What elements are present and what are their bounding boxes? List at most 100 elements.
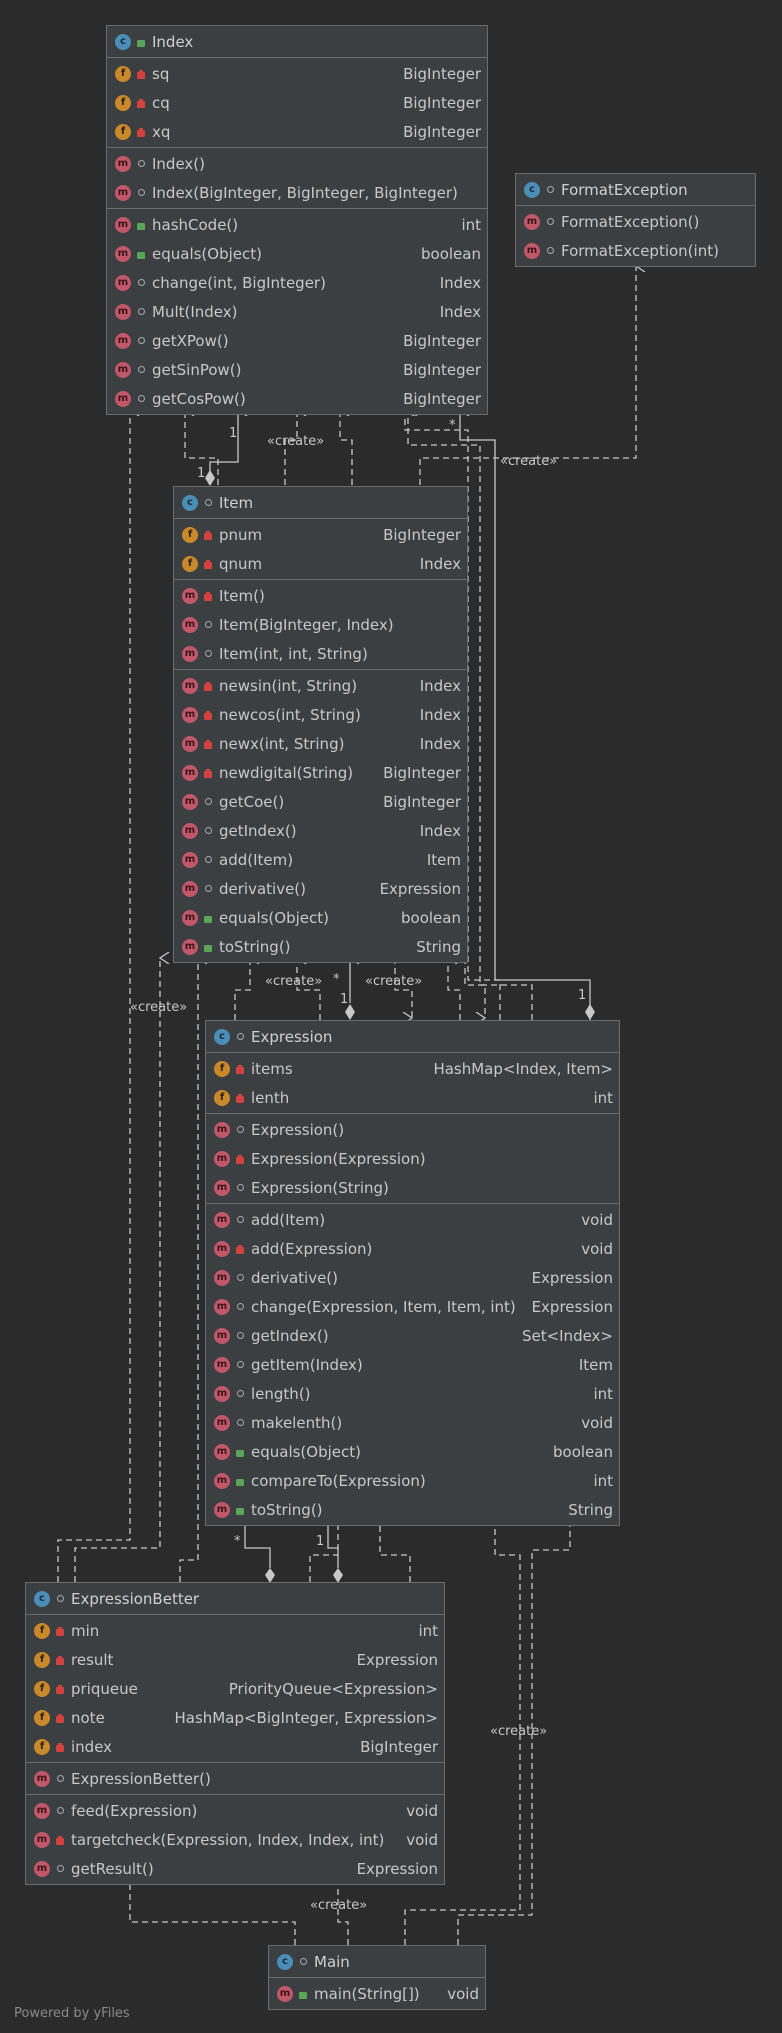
field-row[interactable]: f priqueue PriorityQueue<Expression> (26, 1674, 444, 1703)
package-visibility-icon (203, 619, 213, 631)
method-row[interactable]: m getCosPow() BigInteger (107, 384, 487, 413)
method-type: void (581, 1413, 613, 1432)
method-type: Expression (356, 1859, 438, 1878)
class-index[interactable]: c Index f sq BigInteger f cq BigInteger f xq BigIn… (106, 25, 488, 415)
class-formatexception[interactable]: c FormatException m FormatException() m Forma… (515, 173, 756, 267)
method-name: equals(Object) (219, 908, 329, 927)
method-row[interactable]: m targetcheck(Expression, Index, Index, i… (26, 1825, 444, 1854)
private-lock-icon (203, 767, 213, 779)
class-header[interactable]: c Index (107, 26, 487, 58)
field-type: BigInteger (403, 122, 481, 141)
method-row[interactable]: m hashCode() int (107, 210, 487, 239)
method-row[interactable]: m equals(Object) boolean (174, 903, 467, 932)
class-header[interactable]: c Expression (206, 1021, 619, 1053)
constructor-row[interactable]: m Item() (174, 581, 467, 610)
constructor-row[interactable]: m Index() (107, 149, 487, 178)
field-name: xq (152, 122, 171, 141)
class-header[interactable]: c Item (174, 487, 467, 519)
field-type: int (593, 1088, 613, 1107)
class-expression[interactable]: c Expression f items HashMap<Index, Item> f le… (205, 1020, 620, 1526)
field-icon: f (115, 94, 131, 111)
method-type: Index (419, 705, 461, 724)
field-icon: f (34, 1680, 50, 1697)
method-row[interactable]: m makelenth() void (206, 1408, 619, 1437)
label-mult-item-star: * (333, 972, 340, 987)
constructor-row[interactable]: m Item(BigInteger, Index) (174, 610, 467, 639)
field-type: BigInteger (360, 1737, 438, 1756)
method-row[interactable]: m add(Expression) void (206, 1234, 619, 1263)
method-row[interactable]: m equals(Object) boolean (206, 1437, 619, 1466)
method-row[interactable]: m equals(Object) boolean (107, 239, 487, 268)
method-row[interactable]: m compareTo(Expression) int (206, 1466, 619, 1495)
field-row[interactable]: f result Expression (26, 1645, 444, 1674)
field-row[interactable]: f sq BigInteger (107, 59, 487, 88)
method-row[interactable]: m Mult(Index) Index (107, 297, 487, 326)
constructor-row[interactable]: m Index(BigInteger, BigInteger, BigIntege… (107, 178, 487, 207)
method-row[interactable]: m getIndex() Set<Index> (206, 1321, 619, 1350)
method-row[interactable]: m length() int (206, 1379, 619, 1408)
method-row[interactable]: m getItem(Index) Item (206, 1350, 619, 1379)
method-row[interactable]: m getResult() Expression (26, 1854, 444, 1883)
class-header[interactable]: c Main (269, 1946, 485, 1978)
method-icon: m (115, 332, 131, 349)
method-row[interactable]: m derivative() Expression (174, 874, 467, 903)
method-row[interactable]: m add(Item) Item (174, 845, 467, 874)
method-row[interactable]: m toString() String (206, 1495, 619, 1524)
field-row[interactable]: f index BigInteger (26, 1732, 444, 1761)
method-row[interactable]: m main(String[]) void (269, 1979, 485, 2008)
method-row[interactable]: m newcos(int, String) Index (174, 700, 467, 729)
field-row[interactable]: f xq BigInteger (107, 117, 487, 146)
constructor-row[interactable]: m Expression(Expression) (206, 1144, 619, 1173)
constructor-row[interactable]: m Expression() (206, 1115, 619, 1144)
field-row[interactable]: f cq BigInteger (107, 88, 487, 117)
field-type: HashMap<Index, Item> (433, 1059, 613, 1078)
method-row[interactable]: m change(int, BigInteger) Index (107, 268, 487, 297)
method-type: Item (426, 850, 461, 869)
method-type: int (593, 1471, 613, 1490)
class-expressionbetter[interactable]: c ExpressionBetter f min int f result Expressio… (25, 1582, 445, 1885)
constructor-name: Item() (219, 586, 265, 605)
method-name: newdigital(String) (219, 763, 354, 782)
field-row[interactable]: f min int (26, 1616, 444, 1645)
class-header[interactable]: c FormatException (516, 174, 755, 206)
method-row[interactable]: m newsin(int, String) Index (174, 671, 467, 700)
label-create-main-eb: «create» (310, 1898, 368, 1913)
constructor-row[interactable]: m Expression(String) (206, 1173, 619, 1202)
field-row[interactable]: f note HashMap<BigInteger, Expression> (26, 1703, 444, 1732)
class-item[interactable]: c Item f pnum BigInteger f qnum Index m Item() m It… (173, 486, 468, 963)
method-row[interactable]: m getXPow() BigInteger (107, 326, 487, 355)
method-row[interactable]: m newx(int, String) Index (174, 729, 467, 758)
method-row[interactable]: m add(Item) void (206, 1205, 619, 1234)
field-row[interactable]: f pnum BigInteger (174, 520, 467, 549)
method-row[interactable]: m newdigital(String) BigInteger (174, 758, 467, 787)
constructor-row[interactable]: m FormatException(int) (516, 236, 755, 265)
method-icon: m (34, 1770, 50, 1787)
class-main[interactable]: c Main m main(String[]) void (268, 1945, 486, 2010)
method-row[interactable]: m getCoe() BigInteger (174, 787, 467, 816)
public-lock-icon (203, 912, 213, 924)
package-visibility-icon (136, 364, 146, 376)
method-row[interactable]: m toString() String (174, 932, 467, 961)
method-name: change(int, BigInteger) (152, 273, 326, 292)
constructor-row[interactable]: m Item(int, int, String) (174, 639, 467, 668)
diamond-eb-top-right (333, 1568, 343, 1583)
method-type: Expression (531, 1297, 613, 1316)
constructor-row[interactable]: m ExpressionBetter() (26, 1764, 444, 1793)
method-row[interactable]: m change(Expression, Item, Item, int) Expr… (206, 1292, 619, 1321)
method-row[interactable]: m getIndex() Index (174, 816, 467, 845)
method-type: boolean (553, 1442, 613, 1461)
constructor-row[interactable]: m FormatException() (516, 207, 755, 236)
method-icon: m (182, 645, 198, 662)
package-visibility-icon (235, 1417, 245, 1429)
label-mult-item-1: 1 (340, 992, 349, 1007)
method-row[interactable]: m derivative() Expression (206, 1263, 619, 1292)
method-row[interactable]: m feed(Expression) void (26, 1796, 444, 1825)
method-row[interactable]: m getSinPow() BigInteger (107, 355, 487, 384)
field-row[interactable]: f qnum Index (174, 549, 467, 578)
class-header[interactable]: c ExpressionBetter (26, 1583, 444, 1615)
field-row[interactable]: f lenth int (206, 1083, 619, 1112)
method-name: newcos(int, String) (219, 705, 361, 724)
field-row[interactable]: f items HashMap<Index, Item> (206, 1054, 619, 1083)
private-lock-icon (203, 680, 213, 692)
field-section: f pnum BigInteger f qnum Index (174, 519, 467, 580)
